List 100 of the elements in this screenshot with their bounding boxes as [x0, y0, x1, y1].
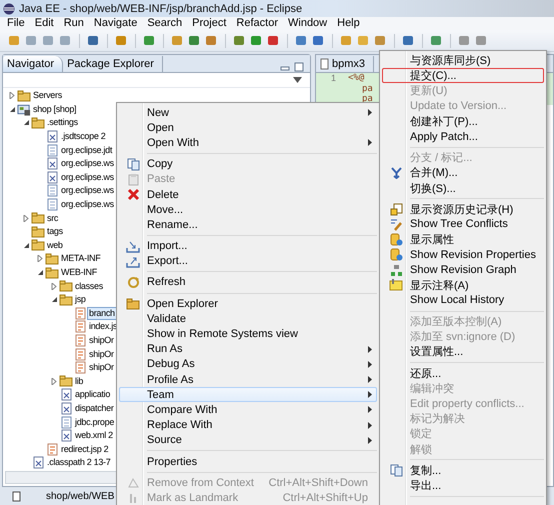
toolbar-icon[interactable]: [402, 34, 415, 47]
expanded-arrow-icon[interactable]: [22, 242, 30, 249]
menu-item[interactable]: 切换(S)...: [382, 180, 544, 196]
menu-item[interactable]: Open: [119, 120, 377, 136]
tree-item[interactable]: META-INF: [59, 252, 102, 266]
tree-item[interactable]: shop [shop]: [31, 102, 78, 116]
collapsed-arrow-icon[interactable]: [8, 92, 16, 100]
menu-item[interactable]: Properties: [119, 454, 377, 470]
tree-item[interactable]: lib: [73, 374, 86, 388]
menu-bar-item[interactable]: Navigate: [88, 17, 142, 30]
menu-item[interactable]: 还原...: [382, 366, 544, 381]
toolbar-icon[interactable]: [250, 34, 263, 47]
menu-item[interactable]: Open Explorer: [119, 296, 377, 312]
toolbar-icon[interactable]: [115, 34, 128, 47]
menu-item[interactable]: Show Tree Conflicts: [382, 216, 544, 232]
menu-item[interactable]: Profile As: [119, 372, 377, 388]
menu-item[interactable]: 设置属性...: [382, 344, 544, 360]
tree-item[interactable]: shipOr: [87, 334, 116, 347]
collapsed-arrow-icon[interactable]: [50, 378, 58, 385]
toolbar-icon[interactable]: [42, 34, 55, 47]
menu-item[interactable]: New: [119, 105, 377, 120]
menu-item[interactable]: Refresh: [119, 274, 377, 290]
menu-item[interactable]: 显示资源历史记录(H): [382, 202, 544, 217]
toolbar-icon[interactable]: [205, 34, 218, 47]
toolbar-icon[interactable]: [340, 34, 353, 47]
menu-item[interactable]: Compare With: [119, 402, 377, 418]
toolbar-icon[interactable]: [59, 34, 72, 47]
tree-item[interactable]: org.eclipse.jdt: [59, 144, 114, 157]
menu-bar-item[interactable]: Edit: [30, 17, 59, 30]
tree-item[interactable]: branch: [87, 306, 117, 320]
menu-item[interactable]: Debug As: [119, 356, 377, 372]
menu-item[interactable]: Delete: [119, 186, 377, 202]
panel-tab[interactable]: Package Explorer: [63, 56, 163, 72]
tree-item[interactable]: web.xml 2: [73, 429, 115, 442]
tree-item[interactable]: org.eclipse.ws: [59, 198, 116, 212]
toolbar-icon[interactable]: [267, 34, 280, 47]
toolbar-icon[interactable]: [188, 34, 201, 47]
toolbar-icon[interactable]: [87, 34, 100, 47]
menu-item[interactable]: Source: [119, 432, 377, 448]
menu-bar-item[interactable]: Help: [332, 17, 365, 30]
tree-item[interactable]: web: [45, 238, 65, 252]
toolbar-icon[interactable]: [25, 34, 38, 47]
editor-tab[interactable]: bpmx3: [316, 56, 374, 72]
tree-item[interactable]: index.js: [87, 320, 120, 334]
collapsed-arrow-icon[interactable]: [50, 282, 58, 290]
tree-item[interactable]: shipOr: [87, 348, 116, 361]
toolbar-icon[interactable]: [143, 34, 156, 47]
menu-bar-item[interactable]: Refactor: [231, 17, 283, 30]
tree-item[interactable]: shipOr: [87, 361, 116, 374]
toolbar-icon[interactable]: [312, 34, 325, 47]
tree-item[interactable]: applicatio: [73, 388, 112, 402]
menu-item[interactable]: 显示注释(A): [382, 278, 544, 293]
expanded-arrow-icon[interactable]: [50, 296, 58, 304]
menu-item[interactable]: 与资源库同步(S): [382, 53, 544, 68]
menu-bar-item[interactable]: File: [2, 17, 30, 30]
menu-item[interactable]: 复制...: [382, 462, 544, 478]
menu-item[interactable]: Open With: [119, 135, 377, 151]
toolbar-icon[interactable]: [475, 34, 488, 47]
menu-item[interactable]: Run As: [119, 342, 377, 357]
menu-bar-item[interactable]: Search: [142, 17, 188, 30]
menu-item[interactable]: Show Revision Properties: [382, 247, 544, 262]
menu-item[interactable]: 显示属性: [382, 232, 544, 248]
tree-item[interactable]: org.eclipse.ws: [59, 170, 116, 184]
tree-item[interactable]: jsp: [73, 293, 88, 306]
tree-item[interactable]: jdbc.prope: [73, 416, 116, 429]
menu-item[interactable]: Validate: [119, 311, 377, 326]
menu-bar-item[interactable]: Run: [58, 17, 89, 30]
menu-item[interactable]: Team: [119, 387, 377, 402]
collapsed-arrow-icon[interactable]: [22, 214, 30, 222]
menu-item[interactable]: Show Revision Graph: [382, 262, 544, 278]
menu-item[interactable]: Export...: [119, 254, 377, 269]
toolbar-icon[interactable]: [171, 34, 184, 47]
menu-item[interactable]: Show Local History: [382, 292, 544, 308]
tree-item[interactable]: tags: [45, 225, 65, 238]
toolbar-icon[interactable]: [374, 34, 387, 47]
tree-item[interactable]: classes: [73, 280, 105, 293]
menu-item[interactable]: Move...: [119, 202, 377, 218]
tree-item[interactable]: .classpath 2 13-7: [45, 456, 112, 470]
collapsed-arrow-icon[interactable]: [36, 255, 44, 262]
toolbar-icon[interactable]: [8, 34, 21, 47]
panel-tab[interactable]: Navigator: [3, 56, 64, 72]
tree-item[interactable]: org.eclipse.ws: [59, 157, 116, 170]
menu-item[interactable]: 导出...: [382, 478, 544, 494]
menu-bar-item[interactable]: Project: [187, 17, 232, 30]
expanded-arrow-icon[interactable]: [22, 119, 30, 126]
menu-item[interactable]: Import...: [119, 238, 377, 254]
tree-item[interactable]: WEB-INF: [59, 266, 99, 280]
toolbar-icon[interactable]: [430, 34, 443, 47]
menu-item[interactable]: Copy: [119, 156, 377, 172]
toolbar-icon[interactable]: [458, 34, 471, 47]
menu-item[interactable]: Apply Patch...: [382, 128, 544, 144]
tree-item[interactable]: dispatcher: [73, 402, 116, 415]
menu-item[interactable]: 合并(M)...: [382, 165, 544, 180]
menu-item[interactable]: Show in Remote Systems view: [119, 326, 377, 342]
tree-item[interactable]: src: [45, 212, 60, 225]
tree-item[interactable]: .settings: [45, 116, 80, 130]
toolbar-icon[interactable]: [295, 34, 308, 47]
expanded-arrow-icon[interactable]: [8, 106, 16, 113]
tree-item[interactable]: .jsdtscope 2: [59, 130, 108, 144]
menu-bar-item[interactable]: Window: [283, 17, 332, 30]
